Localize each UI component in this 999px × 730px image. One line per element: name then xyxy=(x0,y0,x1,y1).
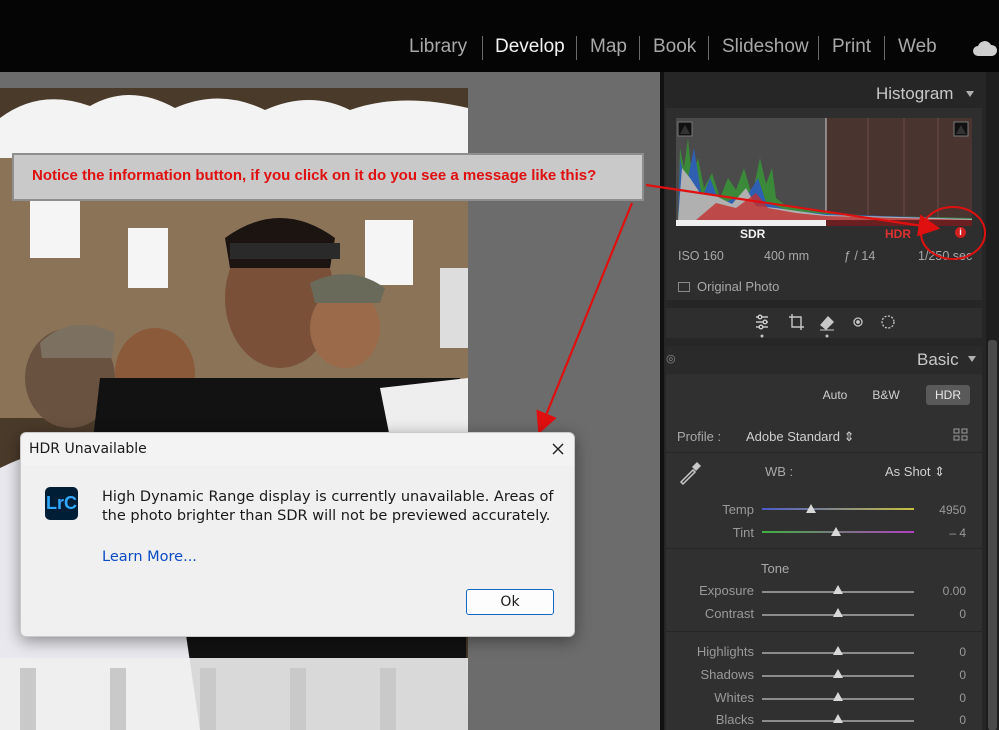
slider-thumb-contrast[interactable] xyxy=(833,608,843,617)
histogram-title[interactable]: Histogram xyxy=(876,84,953,104)
annotation-callout: Notice the information button, if you cl… xyxy=(12,153,644,201)
slider-thumb-highlights[interactable] xyxy=(833,646,843,655)
sdr-label: SDR xyxy=(740,227,766,241)
module-separator xyxy=(576,36,577,60)
module-map[interactable]: Map xyxy=(590,36,627,58)
slider-thumb-temp[interactable] xyxy=(805,504,816,513)
module-print[interactable]: Print xyxy=(832,36,871,58)
slider-label-exposure: Exposure xyxy=(699,583,754,598)
original-photo-checkbox[interactable] xyxy=(678,282,690,292)
temp-slider-track[interactable] xyxy=(762,508,914,510)
masking-icon xyxy=(881,315,895,329)
close-icon[interactable] xyxy=(547,438,569,460)
wb-select[interactable]: As Shot ⇕ xyxy=(885,464,945,480)
exif-focal-length: 400 mm xyxy=(764,249,810,263)
crop-icon xyxy=(789,314,804,330)
original-photo-label: Original Photo xyxy=(697,279,780,294)
module-separator xyxy=(482,36,483,60)
dialog-message: High Dynamic Range display is currently … xyxy=(102,489,554,524)
divider xyxy=(666,631,982,632)
cloud-icon[interactable] xyxy=(972,38,998,58)
module-separator xyxy=(708,36,709,60)
slider-label-contrast: Contrast xyxy=(704,606,754,621)
module-develop[interactable]: Develop xyxy=(495,36,565,58)
slider-thumb-exposure[interactable] xyxy=(833,585,843,594)
auto-button[interactable]: Auto xyxy=(814,385,856,405)
exif-iso: ISO 160 xyxy=(678,249,724,263)
bw-button[interactable]: B&W xyxy=(862,385,910,405)
edit-sliders-icon xyxy=(756,314,768,330)
lightroom-classic-icon: LrC xyxy=(45,487,78,520)
module-picker: Library Develop Map Book Slideshow Print… xyxy=(0,0,999,72)
dialog-title: HDR Unavailable xyxy=(29,441,147,457)
learn-more-link[interactable]: Learn More... xyxy=(102,549,197,565)
slider-label-blacks: Blacks xyxy=(715,712,754,727)
slider-label-shadows: Shadows xyxy=(700,667,754,682)
slider-value-highlights[interactable]: 0 xyxy=(926,645,966,659)
panel-divider xyxy=(660,72,664,730)
eye-toggle-icon[interactable]: ◎ xyxy=(666,352,676,365)
module-library[interactable]: Library xyxy=(409,36,467,58)
scrollbar-thumb[interactable] xyxy=(988,340,997,730)
slider-value-blacks[interactable]: 0 xyxy=(926,713,966,727)
slider-value-whites[interactable]: 0 xyxy=(926,691,966,705)
slider-value-temp[interactable]: 4950 xyxy=(926,503,966,517)
hdr-unavailable-dialog: HDR Unavailable LrC High Dynamic Range d… xyxy=(20,432,575,637)
hdr-button[interactable]: HDR xyxy=(926,385,970,405)
tone-label: Tone xyxy=(761,561,790,576)
eraser-icon xyxy=(820,316,834,331)
tool-strip-icons xyxy=(756,314,895,338)
basic-title[interactable]: Basic xyxy=(917,350,959,370)
slider-label-tint: Tint xyxy=(732,525,754,540)
slider-thumb-shadows[interactable] xyxy=(833,669,843,678)
exif-aperture: ƒ / 14 xyxy=(844,249,876,263)
annotation-text: Notice the information button, if you cl… xyxy=(32,167,597,184)
profile-label: Profile : xyxy=(677,429,722,444)
hdr-label: HDR xyxy=(885,227,911,241)
red-eye-icon xyxy=(853,317,863,327)
wb-label: WB : xyxy=(765,464,794,479)
slider-thumb-tint[interactable] xyxy=(831,527,842,536)
divider xyxy=(666,452,982,453)
slider-value-shadows[interactable]: 0 xyxy=(926,668,966,682)
slider-label-whites: Whites xyxy=(714,690,754,705)
slider-thumb-whites[interactable] xyxy=(833,692,843,701)
slider-label-highlights: Highlights xyxy=(696,644,754,659)
module-separator xyxy=(639,36,640,60)
module-book[interactable]: Book xyxy=(653,36,696,58)
annotation-circle xyxy=(920,206,986,260)
slider-value-contrast[interactable]: 0 xyxy=(926,607,966,621)
profile-select[interactable]: Adobe Standard ⇕ xyxy=(746,429,854,445)
profile-browser-icon[interactable] xyxy=(953,428,968,441)
divider xyxy=(666,548,982,549)
module-slideshow[interactable]: Slideshow xyxy=(722,36,809,58)
module-separator xyxy=(818,36,819,60)
module-web[interactable]: Web xyxy=(898,36,937,58)
slider-label-temp: Temp xyxy=(722,502,754,517)
dialog-body: LrC High Dynamic Range display is curren… xyxy=(21,465,574,636)
slider-value-exposure[interactable]: 0.00 xyxy=(926,584,966,598)
eyedropper-icon[interactable] xyxy=(677,460,703,486)
module-separator xyxy=(884,36,885,60)
collapse-triangle-icon[interactable] xyxy=(966,91,974,97)
collapse-triangle-icon[interactable] xyxy=(968,356,976,362)
slider-value-tint[interactable]: – 4 xyxy=(926,526,966,540)
slider-thumb-blacks[interactable] xyxy=(833,714,843,723)
ok-button[interactable]: Ok xyxy=(466,589,554,615)
